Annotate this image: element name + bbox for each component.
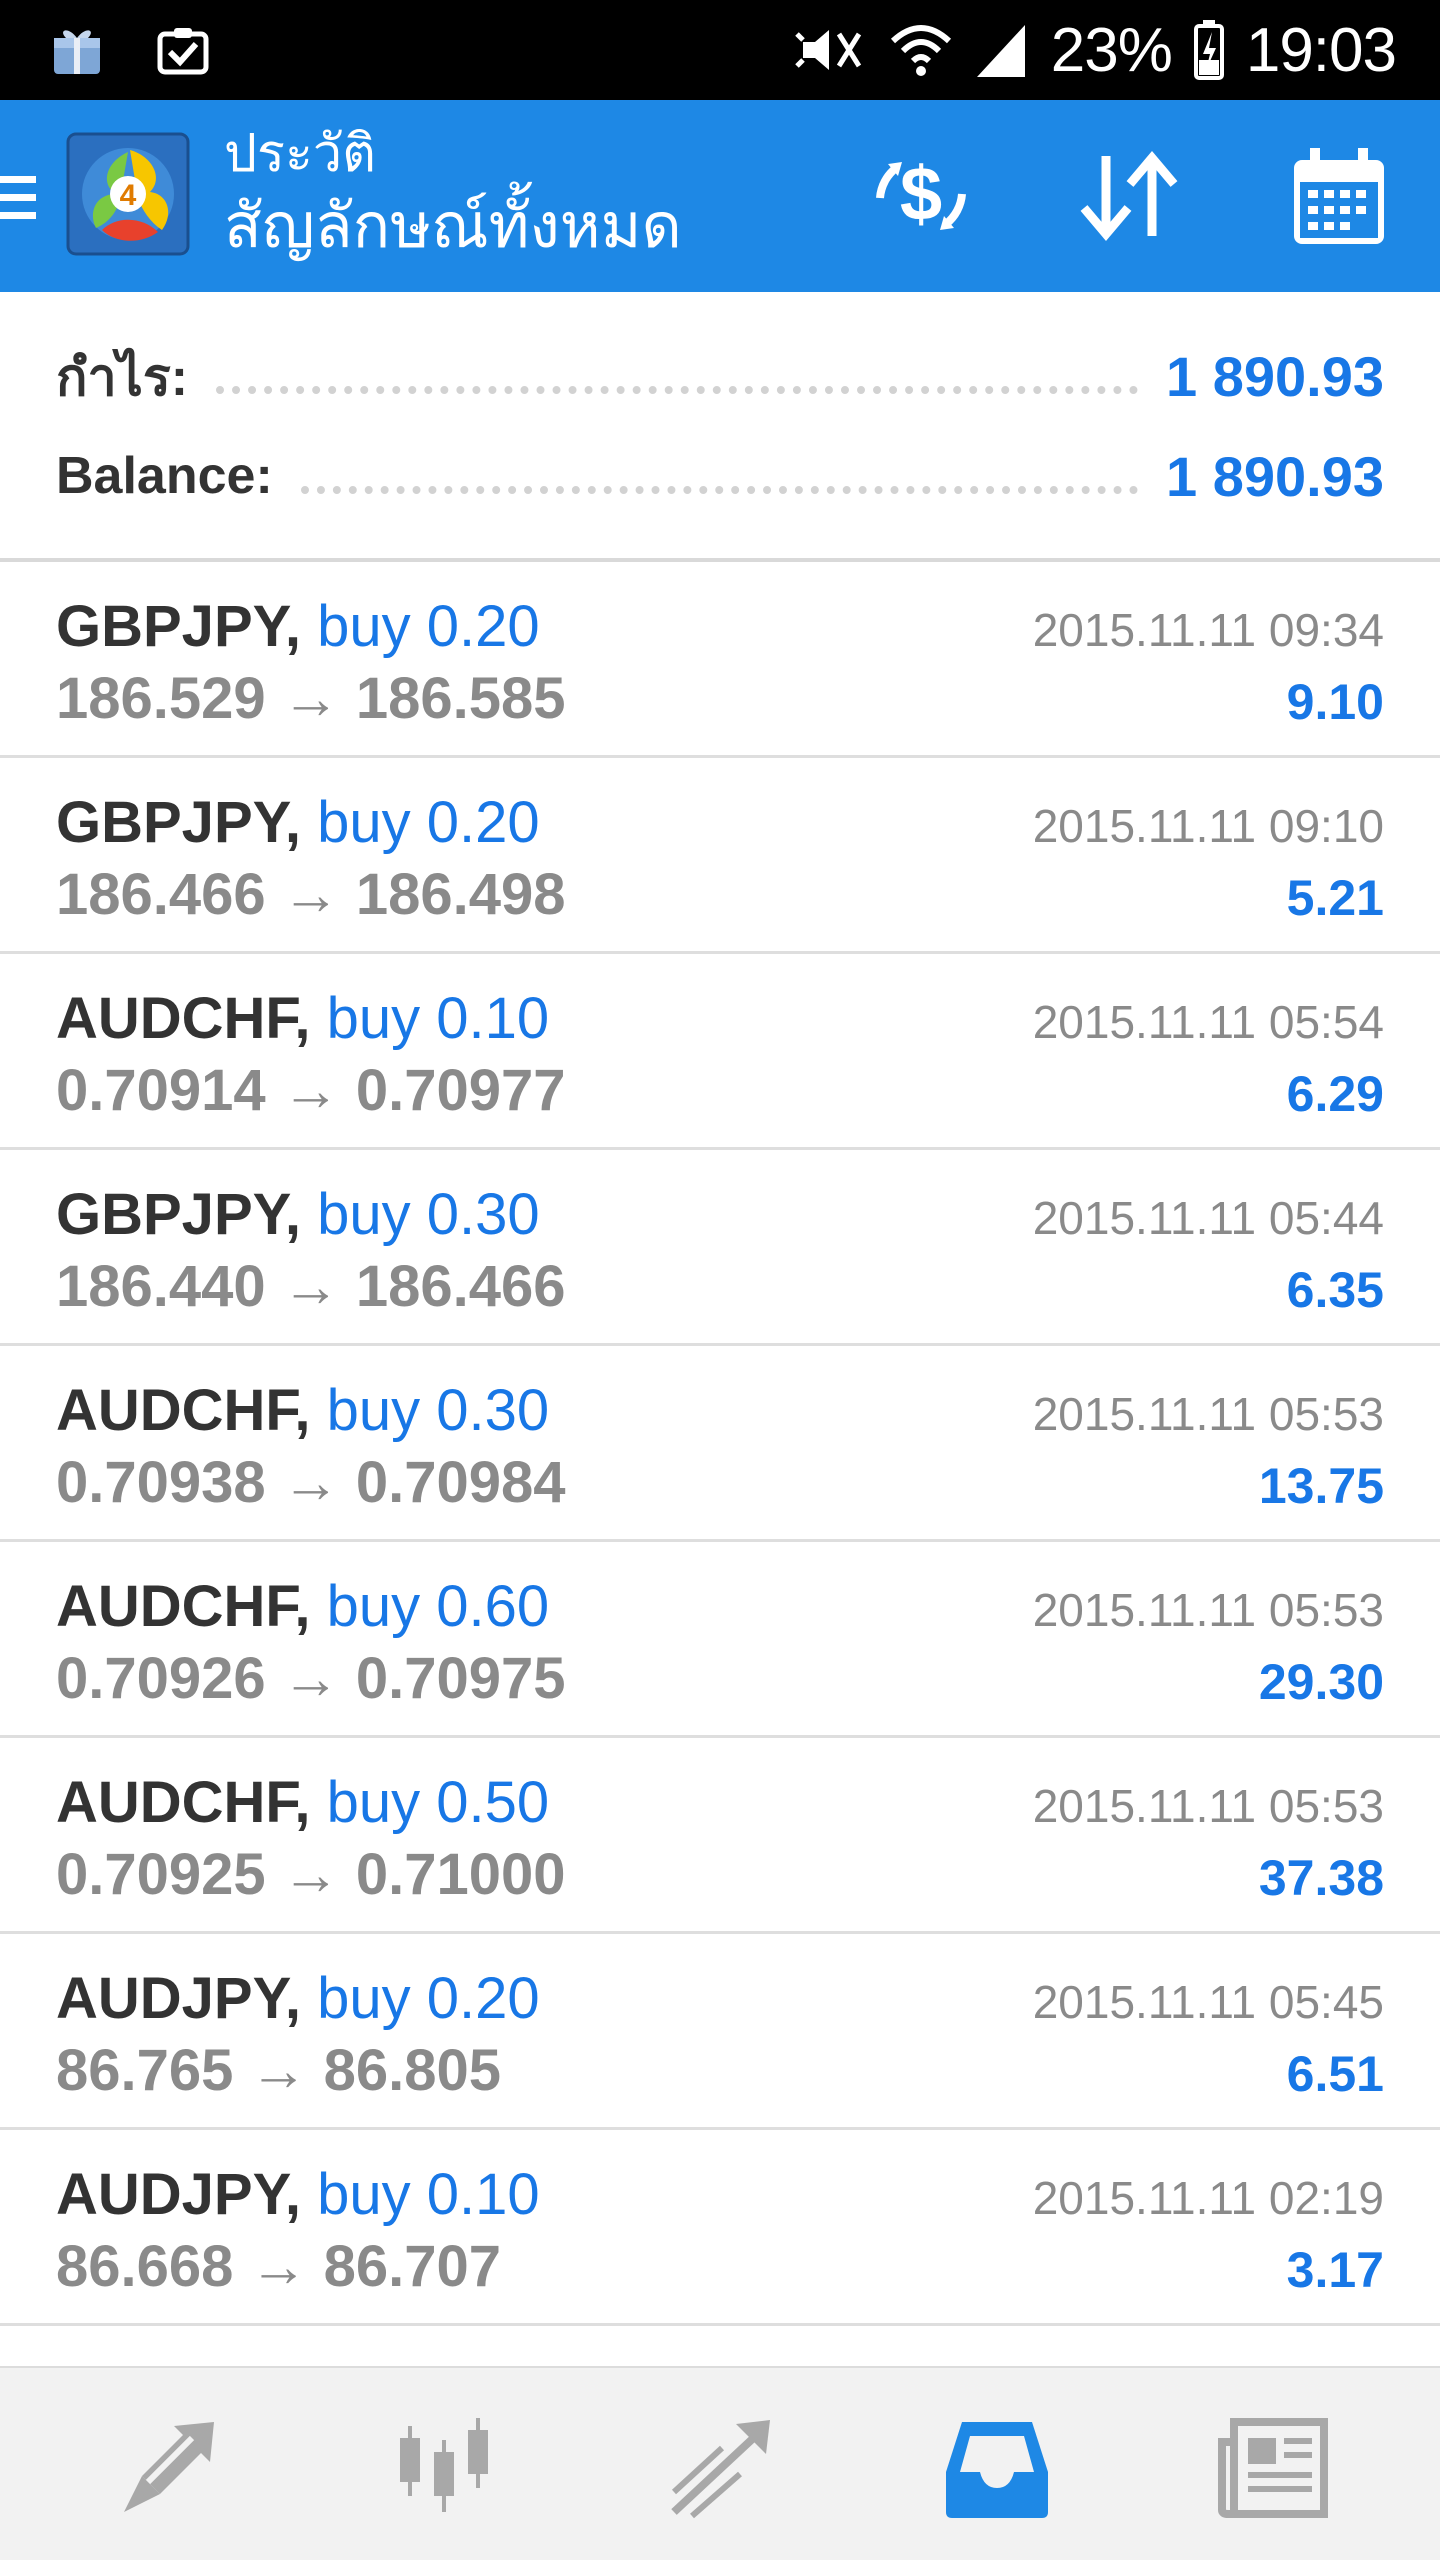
- status-bar: 23% 19:03: [0, 0, 1440, 100]
- battery-icon: [1193, 20, 1224, 80]
- deal-prices: 186.466 → 186.498: [56, 862, 566, 927]
- deal-profit: 6.35: [1286, 1262, 1384, 1318]
- deal-symbol: AUDCHF,: [56, 1378, 311, 1443]
- signal-icon: [976, 25, 1025, 77]
- deal-prices: 86.765 → 86.805: [56, 2038, 502, 2103]
- app-bar: 4 ประวัติ สัญลักษณ์ทั้งหมด $: [0, 100, 1440, 292]
- mute-icon: [794, 30, 861, 70]
- deal-symbol: GBPJPY,: [56, 594, 301, 659]
- currency-exchange-icon[interactable]: $: [866, 146, 976, 246]
- balance-label: Balance:: [56, 447, 273, 505]
- calendar-icon[interactable]: [1284, 146, 1394, 246]
- deal-row[interactable]: AUDJPY, buy 0.10 86.668 → 86.707 2015.11…: [0, 2130, 1440, 2326]
- dotted-leader: [216, 386, 1139, 394]
- page-subtitle: ประวัติ: [224, 124, 376, 184]
- balance-value: 1 890.93: [1166, 444, 1384, 508]
- deal-type: buy 0.20: [317, 1966, 540, 2031]
- deal-row[interactable]: AUDCHF, buy 0.50 0.70925 → 0.71000 2015.…: [0, 1738, 1440, 1934]
- deal-prices: 86.668 → 86.707: [56, 2234, 502, 2299]
- deal-row[interactable]: AUDCHF, buy 0.10 0.70914 → 0.70977 2015.…: [0, 954, 1440, 1150]
- deal-type: buy 0.30: [326, 1378, 550, 1443]
- deal-type: buy 0.60: [326, 1574, 550, 1639]
- deal-time: 2015.11.11 05:53: [1032, 1388, 1384, 1440]
- deal-symbol: AUDCHF,: [56, 1770, 311, 1835]
- deal-profit: 5.21: [1286, 870, 1384, 926]
- deal-type: buy 0.10: [326, 986, 550, 1051]
- deal-profit: 3.17: [1286, 2242, 1384, 2298]
- deal-prices: 0.70938 → 0.70984: [56, 1450, 566, 1515]
- deal-time: 2015.11.11 05:53: [1032, 1780, 1384, 1832]
- dotted-leader: [300, 486, 1139, 494]
- deal-type: buy 0.20: [317, 790, 540, 855]
- deal-prices: 0.70925 → 0.71000: [56, 1842, 566, 1907]
- deal-profit: 13.75: [1258, 1458, 1384, 1514]
- profit-value: 1 890.93: [1166, 344, 1384, 408]
- deal-prices: 0.70914 → 0.70977: [56, 1058, 566, 1123]
- deal-type: buy 0.10: [317, 2162, 540, 2227]
- news-icon[interactable]: [1218, 2412, 1328, 2522]
- bottom-navigation: [0, 2366, 1440, 2560]
- deal-profit: 6.29: [1286, 1066, 1384, 1122]
- deal-profit: 29.30: [1258, 1654, 1384, 1710]
- deal-type: buy 0.30: [317, 1182, 540, 1247]
- account-summary: กำไร: 1 890.93 Balance: 1 890.93: [0, 292, 1440, 562]
- page-title: สัญลักษณ์ทั้งหมด: [224, 189, 682, 262]
- deal-profit: 6.51: [1286, 2046, 1384, 2102]
- clock: 19:03: [1245, 15, 1397, 85]
- svg-text:4: 4: [120, 179, 137, 212]
- deal-type: buy 0.20: [317, 594, 540, 659]
- deal-profit: 9.10: [1286, 674, 1384, 730]
- metatrader-logo[interactable]: 4: [66, 132, 190, 256]
- deal-type: buy 0.50: [326, 1770, 550, 1835]
- deal-symbol: AUDJPY,: [56, 2162, 301, 2227]
- deals-list: GBPJPY, buy 0.20 186.529 → 186.585 2015.…: [0, 562, 1440, 2326]
- deal-prices: 186.440 → 186.466: [56, 1254, 566, 1319]
- battery-percent: 23%: [1050, 15, 1173, 85]
- deal-prices: 0.70926 → 0.70975: [56, 1646, 566, 1711]
- galaxy-gift-icon: [54, 30, 100, 74]
- quotes-icon[interactable]: [114, 2412, 224, 2522]
- deal-prices: 186.529 → 186.585: [56, 666, 566, 731]
- deal-time: 2015.11.11 05:44: [1032, 1192, 1384, 1244]
- deal-time: 2015.11.11 09:10: [1032, 800, 1384, 852]
- deal-time: 2015.11.11 09:34: [1032, 604, 1384, 656]
- deal-row[interactable]: GBPJPY, buy 0.20 186.466 → 186.498 2015.…: [0, 758, 1440, 954]
- balance-row: Balance: 1 890.93: [56, 436, 1384, 516]
- deal-symbol: GBPJPY,: [56, 1182, 301, 1247]
- title-block[interactable]: ประวัติ สัญลักษณ์ทั้งหมด: [224, 122, 682, 266]
- deal-symbol: GBPJPY,: [56, 790, 301, 855]
- deal-symbol: AUDJPY,: [56, 1966, 301, 2031]
- svg-text:$: $: [900, 152, 942, 237]
- deal-row[interactable]: AUDCHF, buy 0.60 0.70926 → 0.70975 2015.…: [0, 1542, 1440, 1738]
- chart-icon[interactable]: [390, 2412, 500, 2522]
- sort-icon[interactable]: [1074, 146, 1184, 246]
- deal-time: 2015.11.11 02:19: [1032, 2172, 1384, 2224]
- deal-row[interactable]: GBPJPY, buy 0.30 186.440 → 186.466 2015.…: [0, 1150, 1440, 1346]
- deal-profit: 37.38: [1258, 1850, 1384, 1906]
- profit-row: กำไร: 1 890.93: [56, 336, 1384, 416]
- deal-symbol: AUDCHF,: [56, 986, 311, 1051]
- deal-row[interactable]: AUDCHF, buy 0.30 0.70938 → 0.70984 2015.…: [0, 1346, 1440, 1542]
- wifi-icon: [890, 25, 951, 76]
- deal-row[interactable]: AUDJPY, buy 0.20 86.765 → 86.805 2015.11…: [0, 1934, 1440, 2130]
- deal-symbol: AUDCHF,: [56, 1574, 311, 1639]
- deal-time: 2015.11.11 05:45: [1032, 1976, 1384, 2028]
- trade-icon[interactable]: [666, 2412, 776, 2522]
- menu-icon[interactable]: [0, 172, 40, 224]
- profit-label: กำไร:: [56, 348, 189, 407]
- history-icon[interactable]: [942, 2412, 1052, 2522]
- deal-row[interactable]: GBPJPY, buy 0.20 186.529 → 186.585 2015.…: [0, 562, 1440, 758]
- deal-time: 2015.11.11 05:54: [1032, 996, 1384, 1048]
- deal-time: 2015.11.11 05:53: [1032, 1584, 1384, 1636]
- clipboard-check-icon: [157, 28, 209, 75]
